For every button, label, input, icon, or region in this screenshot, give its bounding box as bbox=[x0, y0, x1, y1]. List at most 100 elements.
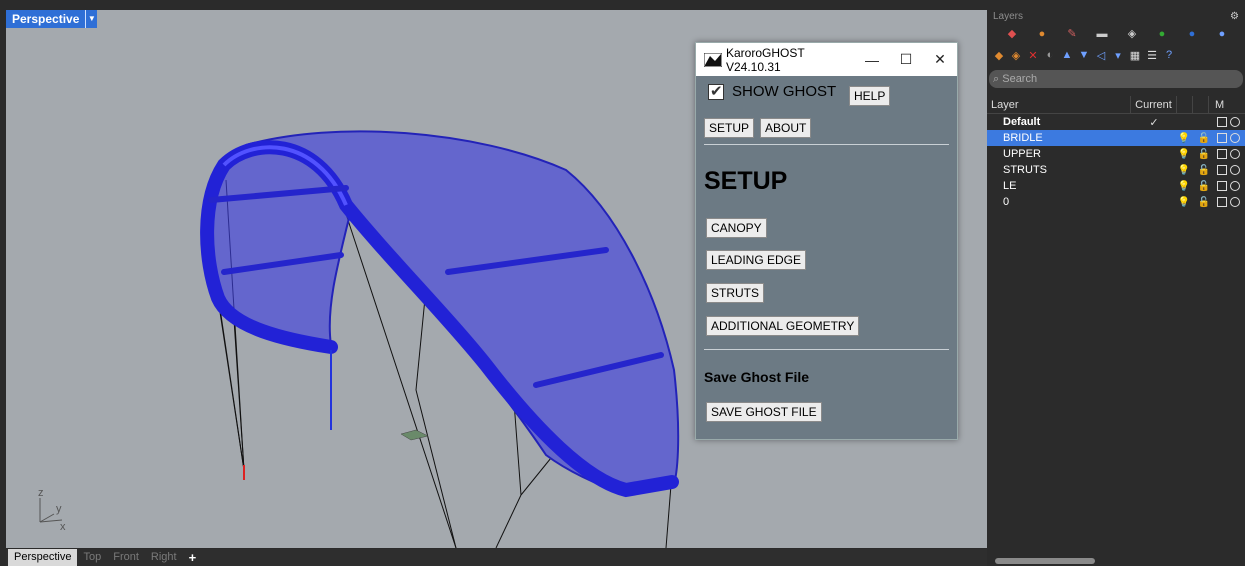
column-blank bbox=[1193, 96, 1209, 113]
funnel-icon[interactable]: ▾ bbox=[1110, 49, 1126, 62]
layer-row[interactable]: UPPER 💡 🔓 bbox=[987, 146, 1245, 162]
layer-color-swatch[interactable] bbox=[1217, 117, 1227, 127]
tab-top[interactable]: Top bbox=[77, 549, 107, 566]
additional-geometry-button[interactable]: ADDITIONAL GEOMETRY bbox=[706, 316, 860, 336]
unlock-icon[interactable]: 🔓 bbox=[1197, 165, 1211, 176]
lightbulb-icon[interactable]: 💡 bbox=[1177, 149, 1191, 160]
viewport-title-label[interactable]: Perspective bbox=[6, 10, 86, 28]
delete-icon[interactable]: ✕ bbox=[1025, 49, 1041, 62]
minimize-icon[interactable]: — bbox=[855, 52, 889, 68]
new-layer-icon[interactable]: ◆ bbox=[991, 49, 1007, 62]
layers-tab-icon[interactable]: ◆ bbox=[997, 24, 1027, 44]
tab-perspective[interactable]: Perspective bbox=[8, 549, 78, 566]
material-tab-icon[interactable]: ✎ bbox=[1057, 24, 1087, 44]
column-m[interactable]: M bbox=[1209, 96, 1229, 113]
app-kite-icon bbox=[704, 52, 722, 67]
close-icon[interactable]: ✕ bbox=[923, 51, 957, 68]
column-layer[interactable]: Layer bbox=[987, 96, 1131, 113]
unlock-icon[interactable]: 🔓 bbox=[1197, 133, 1211, 144]
grid-icon[interactable]: ▦ bbox=[1127, 49, 1143, 62]
struts-button[interactable]: STRUTS bbox=[706, 283, 764, 303]
environment-tab-icon[interactable]: ● bbox=[1147, 24, 1177, 44]
layer-color-swatch[interactable] bbox=[1217, 149, 1227, 159]
layer-color-swatch[interactable] bbox=[1217, 165, 1227, 175]
help-icon[interactable]: ? bbox=[1161, 49, 1177, 61]
lightbulb-icon[interactable]: 💡 bbox=[1177, 165, 1191, 176]
render-tab-icon[interactable]: ● bbox=[1027, 24, 1057, 44]
layer-color-swatch[interactable] bbox=[1217, 181, 1227, 191]
lightbulb-icon[interactable]: 💡 bbox=[1177, 197, 1191, 208]
menu-icon[interactable]: ☰ bbox=[1144, 49, 1160, 62]
unlock-icon[interactable]: 🔓 bbox=[1197, 197, 1211, 208]
tab-right[interactable]: Right bbox=[145, 549, 183, 566]
divider bbox=[704, 144, 949, 145]
material-circle-icon[interactable] bbox=[1230, 133, 1240, 143]
viewport-tabs: Perspective Top Front Right + bbox=[6, 549, 987, 566]
material-circle-icon[interactable] bbox=[1230, 149, 1240, 159]
layer-row[interactable]: BRIDLE 💡 🔓 bbox=[987, 130, 1245, 146]
layer-row[interactable]: LE 💡 🔓 bbox=[987, 178, 1245, 194]
unlock-icon[interactable]: 🔓 bbox=[1197, 149, 1211, 160]
axis-y-label: y bbox=[56, 503, 62, 515]
search-placeholder: Search bbox=[1002, 73, 1038, 85]
show-ghost-row: SHOW GHOST bbox=[708, 82, 837, 100]
layer-color-swatch[interactable] bbox=[1217, 197, 1227, 207]
material-circle-icon[interactable] bbox=[1230, 165, 1240, 175]
canopy-button[interactable]: CANOPY bbox=[706, 218, 767, 238]
layer-name: BRIDLE bbox=[1003, 132, 1043, 144]
show-ghost-checkbox[interactable] bbox=[708, 82, 724, 100]
layers-panel-header: Layers ⚙ bbox=[987, 10, 1245, 24]
leading-edge-button[interactable]: LEADING EDGE bbox=[706, 250, 807, 270]
move-down-icon[interactable]: ▼ bbox=[1076, 49, 1092, 61]
layers-column-header: Layer Current M bbox=[987, 96, 1245, 114]
help-button[interactable]: HELP bbox=[849, 86, 891, 106]
show-ghost-label: SHOW GHOST bbox=[732, 83, 837, 100]
lightbulb-icon[interactable]: 💡 bbox=[1177, 181, 1191, 192]
add-viewport-button[interactable]: + bbox=[183, 549, 203, 566]
block-tab-icon[interactable]: ◈ bbox=[1117, 24, 1147, 44]
gear-icon[interactable]: ⚙ bbox=[1230, 10, 1239, 24]
material-circle-icon[interactable] bbox=[1230, 181, 1240, 191]
layer-name: STRUTS bbox=[1003, 164, 1047, 176]
column-blank bbox=[1177, 96, 1193, 113]
axis-x-label: x bbox=[60, 521, 66, 530]
viewport-title[interactable]: Perspective ▼ bbox=[6, 10, 98, 28]
chevron-down-icon[interactable]: ▼ bbox=[85, 10, 98, 28]
axes-icon: z y x bbox=[38, 487, 66, 530]
column-current[interactable]: Current bbox=[1131, 96, 1177, 113]
layer-row[interactable]: Default ✓ bbox=[987, 114, 1245, 130]
layer-color-swatch[interactable] bbox=[1217, 133, 1227, 143]
panel-tabs-row: ◆ ● ✎ ▬ ◈ ● ● ● bbox=[987, 24, 1245, 44]
layers-panel-title: Layers bbox=[993, 11, 1024, 22]
layer-row[interactable]: 0 💡 🔓 bbox=[987, 194, 1245, 210]
help-tab-icon[interactable]: ● bbox=[1207, 24, 1237, 44]
material-circle-icon[interactable] bbox=[1230, 197, 1240, 207]
layer-name: LE bbox=[1003, 180, 1017, 192]
light-tab-icon[interactable]: ● bbox=[1177, 24, 1207, 44]
dialog-titlebar[interactable]: KaroroGHOST V24.10.31 — ☐ ✕ bbox=[696, 43, 957, 76]
layer-list: Default ✓ BRIDLE 💡 🔓 UPPER 💡 🔓 STRUTS 💡 🔓 LE 💡 🔓 0 💡 🔓 bbox=[987, 114, 1245, 210]
setup-button[interactable]: SETUP bbox=[704, 118, 755, 138]
current-check[interactable]: ✓ bbox=[1131, 116, 1177, 129]
new-sublayer-icon[interactable]: ◈ bbox=[1008, 49, 1024, 62]
about-button[interactable]: ABOUT bbox=[760, 118, 812, 138]
search-input[interactable]: ⌕ Search bbox=[989, 70, 1243, 88]
tab-front[interactable]: Front bbox=[107, 549, 145, 566]
lightbulb-icon[interactable]: 💡 bbox=[1177, 133, 1191, 144]
karoro-ghost-dialog: KaroroGHOST V24.10.31 — ☐ ✕ SHOW GHOST H… bbox=[695, 42, 958, 440]
layer-row[interactable]: STRUTS 💡 🔓 bbox=[987, 162, 1245, 178]
divider bbox=[704, 349, 949, 350]
filter-icon[interactable]: ◐ bbox=[1042, 49, 1058, 61]
move-left-icon[interactable]: ◁ bbox=[1093, 49, 1109, 62]
unlock-icon[interactable]: 🔓 bbox=[1197, 181, 1211, 192]
dialog-title: KaroroGHOST V24.10.31 bbox=[726, 45, 805, 74]
material-circle-icon[interactable] bbox=[1230, 117, 1240, 127]
layer-name: Default bbox=[1003, 116, 1041, 128]
horizontal-scrollbar[interactable] bbox=[995, 558, 1095, 564]
maximize-icon[interactable]: ☐ bbox=[889, 51, 923, 68]
layer-toolbar: ◆ ◈ ✕ ◐ ▲ ▼ ◁ ▾ ▦ ☰ ? bbox=[987, 44, 1245, 66]
save-ghost-heading: Save Ghost File bbox=[704, 369, 810, 385]
display-tab-icon[interactable]: ▬ bbox=[1087, 24, 1117, 44]
save-ghost-file-button[interactable]: SAVE GHOST FILE bbox=[706, 402, 822, 422]
move-up-icon[interactable]: ▲ bbox=[1059, 49, 1075, 61]
